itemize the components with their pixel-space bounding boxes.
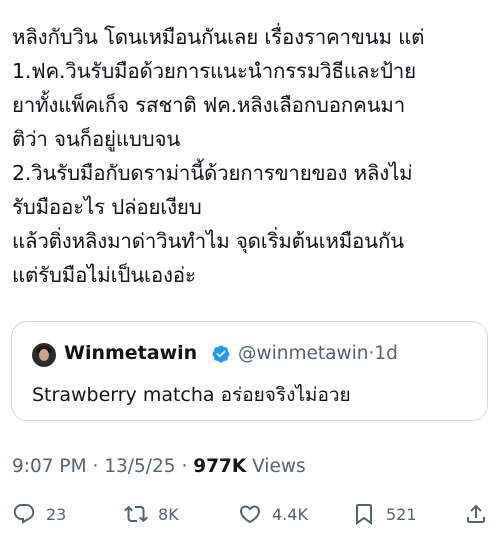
like-count: 4.4K [272, 504, 308, 524]
avatar[interactable] [32, 343, 56, 367]
reply-count: 23 [46, 504, 67, 524]
reply-button[interactable]: 23 [12, 497, 66, 531]
post-age: 1d [374, 343, 398, 364]
post-text-line: หลิงกับวิน โดนเหมือนกันเลย เรื่องราคาขนม… [12, 25, 425, 49]
verified-badge-icon [212, 345, 230, 363]
quoted-post-text: Strawberry matcha อร่อยจริงไม่อวย [32, 384, 351, 406]
reply-icon [13, 504, 35, 524]
views-count: 977K [193, 456, 247, 477]
heart-icon [239, 505, 261, 524]
post-time[interactable]: 9:07 PM [12, 456, 87, 477]
bookmark-button[interactable]: 521 [352, 497, 417, 531]
quoted-author-handle[interactable]: @winmetawin·1d [238, 343, 398, 364]
post-text-line: แล้วติ่งหลิงมาด่าวินทำไม จุดเริ่มต้นเหมื… [12, 229, 404, 253]
repost-button[interactable]: 8K [124, 497, 179, 531]
post-text-line: ยาทั้งแพ็คเก็จ รสชาติ ฟค.หลิงเลือกบอกคนม… [12, 93, 406, 117]
quoted-author-name[interactable]: Winmetawin [64, 342, 197, 364]
post-text: หลิงกับวิน โดนเหมือนกันเลย เรื่องราคาขนม… [12, 20, 492, 292]
views-label: Views [252, 456, 306, 477]
post-text-line: ติว่า จนก็อยู่แบบจน [12, 127, 181, 151]
post-text-line: 2.วินรับมือกับดราม่านี้ด้วยการขายของ หลิ… [12, 161, 413, 185]
bookmark-icon [356, 504, 372, 525]
quoted-post-card[interactable]: Winmetawin @winmetawin·1d Strawberry mat… [11, 321, 488, 421]
separator: · [92, 456, 99, 477]
separator: · [181, 456, 188, 477]
post-text-line: รับมืออะไร ปล่อยเงียบ [12, 195, 202, 219]
post-meta: 9:07 PM · 13/5/25 · 977K Views [12, 456, 306, 477]
handle-text: @winmetawin [238, 343, 369, 364]
action-bar: 23 8K 4.4K 521 [0, 497, 500, 531]
post-text-line: 1.ฟค.วินรับมือด้วยการแนะนำกรรมวิธีและป้า… [12, 59, 416, 83]
repost-icon [124, 505, 148, 523]
share-button[interactable] [464, 497, 498, 531]
like-button[interactable]: 4.4K [238, 497, 308, 531]
avatar-face [39, 349, 49, 361]
post-text-line: แต่รับมือไม่เป็นเองอ่ะ [12, 263, 196, 287]
repost-count: 8K [158, 504, 179, 524]
bookmark-count: 521 [386, 504, 417, 524]
share-icon [467, 504, 485, 523]
post-date[interactable]: 13/5/25 [104, 456, 175, 477]
